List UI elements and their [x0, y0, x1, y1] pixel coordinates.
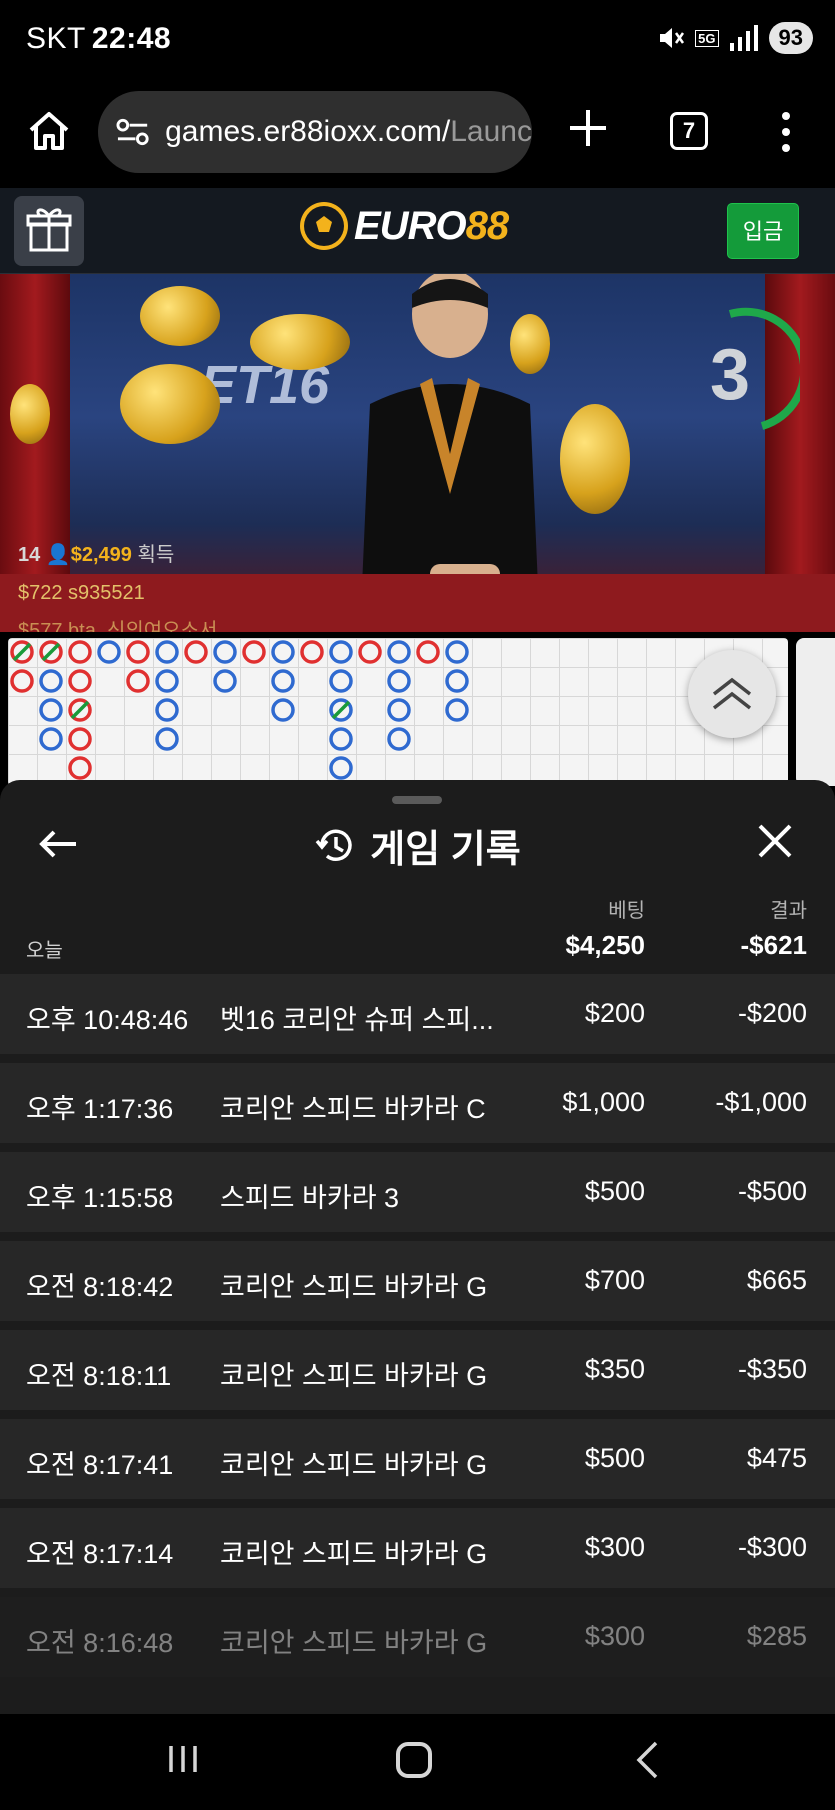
- history-row[interactable]: 오전 8:17:41 코리안 스피드 바카라 G $500 $475: [0, 1419, 835, 1499]
- row-time: 오전 8:16:48: [26, 1628, 174, 1658]
- site-header: EURO88 입금: [0, 188, 835, 274]
- recent-apps-icon[interactable]: [166, 1742, 200, 1776]
- summary-bet-total: $4,250: [565, 930, 645, 960]
- winner-row: $722 s935521: [18, 582, 145, 604]
- row-result: -$1,000: [715, 1087, 807, 1117]
- history-row[interactable]: 오전 8:17:14 코리안 스피드 바카라 G $300 -$300: [0, 1508, 835, 1588]
- row-result: -$350: [737, 1354, 807, 1384]
- live-dealer-video[interactable]: ET16 3 14 👤$2,499 획득 $722 s935521 $577 b…: [0, 274, 835, 632]
- row-game: 스피드 바카라 3: [220, 1183, 400, 1213]
- deposit-button[interactable]: 입금: [727, 203, 799, 259]
- site-logo[interactable]: EURO88: [300, 202, 509, 250]
- row-game: 코리안 스피드 바카라 C: [220, 1094, 486, 1124]
- row-bet: $300: [584, 1532, 645, 1562]
- history-row[interactable]: 오전 8:18:11 코리안 스피드 바카라 G $350 -$350: [0, 1330, 835, 1410]
- history-row[interactable]: 오전 8:16:48 코리안 스피드 바카라 G $300 $285: [0, 1597, 835, 1677]
- clock: 22:48: [91, 22, 172, 55]
- row-time: 오후 1:17:36: [26, 1094, 174, 1124]
- game-history-sheet: 게임 기록 베팅 결과 오늘 $4,250 -$621 오후 10:48:46 …: [0, 780, 835, 1714]
- row-result: -$500: [737, 1176, 807, 1206]
- row-result: -$300: [737, 1532, 807, 1562]
- carrier: SKT: [26, 22, 86, 55]
- coin: [250, 314, 350, 370]
- coin: [10, 384, 50, 444]
- row-bet: $200: [584, 998, 645, 1028]
- logo-text: EURO88: [354, 203, 509, 248]
- back-nav-icon[interactable]: [634, 1740, 660, 1780]
- collapse-button[interactable]: [688, 650, 776, 738]
- row-game: 코리안 스피드 바카라 G: [220, 1628, 488, 1658]
- url-text: games.er88ioxx.com/Launc: [165, 115, 532, 148]
- summary-result-total: -$621: [740, 930, 808, 960]
- sheet-header: 게임 기록: [0, 818, 835, 873]
- person-icon: 👤: [45, 544, 71, 566]
- promotions-button[interactable]: [14, 196, 84, 266]
- roadmap-marks: [10, 640, 469, 780]
- home-icon[interactable]: [26, 108, 72, 154]
- row-result: $665: [746, 1265, 807, 1295]
- summary-label: 오늘: [26, 940, 63, 962]
- network-icon: 5G: [695, 29, 719, 47]
- browser-toolbar: games.er88ioxx.com/Launc 7: [0, 80, 835, 188]
- row-bet: $1,000: [562, 1087, 645, 1117]
- row-time: 오전 8:18:42: [26, 1272, 174, 1302]
- row-result: $285: [746, 1621, 807, 1651]
- row-game: 코리안 스피드 바카라 G: [220, 1272, 488, 1302]
- row-bet: $350: [584, 1354, 645, 1384]
- countdown-timer: 3: [710, 335, 751, 415]
- row-bet: $500: [584, 1176, 645, 1206]
- signal-icon: [729, 25, 758, 51]
- home-nav-button[interactable]: [396, 1742, 432, 1778]
- more-menu-icon[interactable]: [776, 110, 796, 154]
- winners-list: 14 👤$2,499 획득 $722 s935521 $577 bta_신의여오…: [18, 536, 217, 632]
- sheet-drag-handle[interactable]: [392, 796, 442, 804]
- tab-switcher-button[interactable]: 7: [670, 112, 708, 150]
- row-time: 오후 10:48:46: [26, 1005, 189, 1035]
- column-header-result: 결과: [770, 900, 807, 922]
- row-result: -$200: [737, 998, 807, 1028]
- soccer-ball-icon: [300, 202, 348, 250]
- system-navigation-bar: [0, 1714, 835, 1810]
- address-bar[interactable]: games.er88ioxx.com/Launc: [98, 91, 532, 173]
- row-game: 코리안 스피드 바카라 G: [220, 1361, 488, 1391]
- row-bet: $700: [584, 1265, 645, 1295]
- row-game: 코리안 스피드 바카라 G: [220, 1450, 488, 1480]
- gift-icon: [26, 208, 72, 252]
- status-icons: 5G 93: [657, 22, 813, 54]
- winners-summary: 14 👤$2,499 획득: [18, 544, 175, 566]
- sheet-title: 게임 기록: [370, 829, 521, 871]
- coin: [140, 286, 220, 346]
- column-header-bet: 베팅: [608, 900, 645, 922]
- status-bar: SKT 22:48 5G 93: [0, 0, 835, 80]
- row-time: 오후 1:15:58: [26, 1183, 174, 1213]
- coin: [120, 364, 220, 444]
- status-left: SKT 22:48: [26, 22, 171, 56]
- bead-roadmap[interactable]: [8, 638, 788, 786]
- history-icon: [315, 829, 352, 861]
- row-bet: $300: [584, 1621, 645, 1651]
- history-row[interactable]: 오후 1:15:58 스피드 바카라 3 $500 -$500: [0, 1152, 835, 1232]
- row-bet: $500: [584, 1443, 645, 1473]
- history-row[interactable]: 오후 1:17:36 코리안 스피드 바카라 C $1,000 -$1,000: [0, 1063, 835, 1143]
- row-time: 오전 8:17:41: [26, 1450, 174, 1480]
- row-time: 오전 8:18:11: [26, 1361, 172, 1391]
- history-row[interactable]: 오후 10:48:46 벳16 코리안 슈퍼 스피... $200 -$200: [0, 974, 835, 1054]
- row-game: 코리안 스피드 바카라 G: [220, 1539, 488, 1569]
- row-game: 벳16 코리안 슈퍼 스피...: [220, 1005, 494, 1035]
- close-icon[interactable]: [756, 822, 794, 860]
- double-chevron-up-icon: [712, 677, 752, 710]
- coin: [560, 404, 630, 514]
- history-row[interactable]: 오전 8:18:42 코리안 스피드 바카라 G $700 $665: [0, 1241, 835, 1321]
- mute-icon: [660, 28, 685, 48]
- row-result: $475: [746, 1443, 807, 1473]
- history-list: 오후 10:48:46 벳16 코리안 슈퍼 스피... $200 -$200 …: [0, 974, 835, 1686]
- site-settings-icon[interactable]: [116, 117, 149, 147]
- winner-row: $577 bta_신의여오소서: [18, 620, 218, 632]
- roadmap-side-panel: [796, 638, 835, 786]
- row-time: 오전 8:17:14: [26, 1539, 174, 1569]
- new-tab-icon[interactable]: [566, 106, 610, 150]
- battery-icon: 93: [768, 22, 813, 54]
